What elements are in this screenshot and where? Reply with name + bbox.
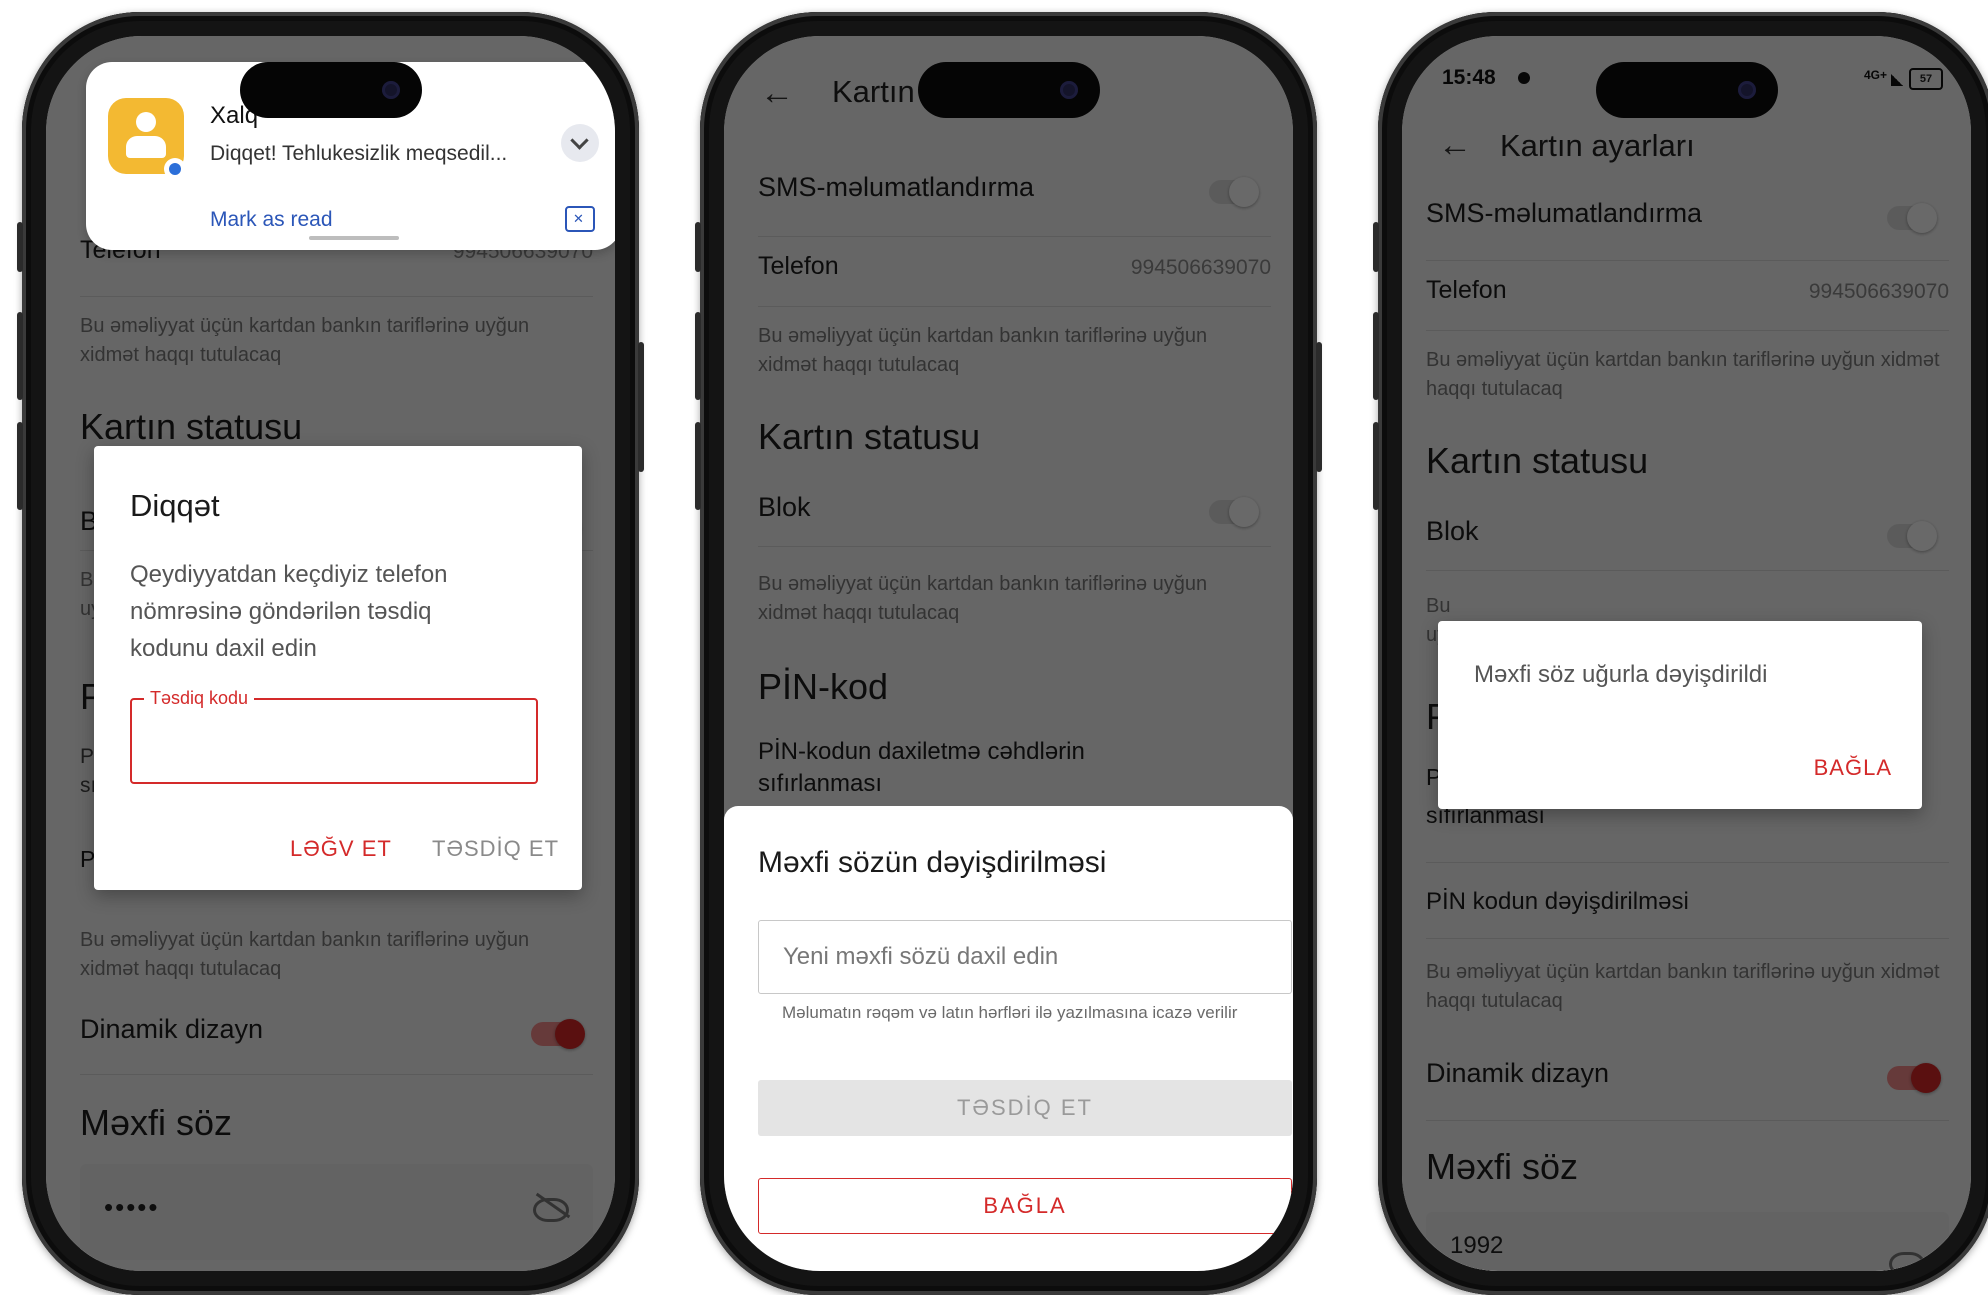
dialog-message: Qeydiyyatdan keçdiyiz telefon nömrəsinə …: [130, 561, 448, 662]
block-label: Blok: [1426, 516, 1479, 546]
chevron-down-icon[interactable]: [561, 124, 599, 162]
sms-row[interactable]: SMS-məlumatlandırma: [1426, 198, 1949, 261]
fee-note: Bu əməliyyat üçün kartdan bankın tariflə…: [758, 573, 1208, 624]
dynamic-island: [917, 62, 1100, 118]
password-heading: Məxfi söz: [1426, 1146, 1579, 1187]
new-password-input[interactable]: Yeni məxfi sözü daxil edin: [758, 920, 1292, 994]
password-heading: Məxfi söz: [80, 1102, 233, 1143]
fee-note: Bu əməliyyat üçün kartdan bankın tariflə…: [1426, 961, 1940, 1012]
app-icon: [108, 98, 186, 180]
power-button: [1316, 342, 1322, 472]
confirm-code-dialog: Diqqət Qeydiyyatdan keçdiyiz telefon nöm…: [94, 446, 582, 890]
mark-as-read-button[interactable]: Mark as read: [210, 208, 333, 232]
sms-label: SMS-məlumatlandırma: [1426, 198, 1703, 228]
dynamic-design-row[interactable]: Dinamik dizayn: [1426, 1058, 1949, 1121]
dynamic-design-row[interactable]: Dinamik dizayn: [80, 1014, 593, 1075]
dialog-title: Diqqət: [130, 488, 220, 523]
volume-down-button: [695, 422, 701, 510]
sms-row[interactable]: SMS-məlumatlandırma: [758, 172, 1271, 237]
password-value: 1992: [1450, 1232, 1504, 1259]
volume-up-button: [1373, 312, 1379, 400]
pin-heading: PİN-kod: [758, 666, 889, 707]
input-hint: Məlumatın rəqəm və latın hərfləri ilə ya…: [782, 1003, 1238, 1022]
power-button: [638, 342, 644, 472]
fee-note: Bu əməliyyat üçün kartdan bankın tariflə…: [80, 929, 530, 980]
phone-label: Telefon: [1426, 276, 1507, 304]
phone-screen-2: ← Kartın SMS-məlumatlandırma Telefon 994…: [724, 36, 1293, 1271]
close-button[interactable]: BAĞLA: [758, 1178, 1292, 1234]
pin-reset-row[interactable]: PİN-kodun daxiletmə cəhdlərin sıfırlanma…: [758, 736, 1148, 800]
mute-switch: [17, 222, 23, 272]
change-password-sheet: Məxfi sözün dəyişdirilməsi Yeni məxfi sö…: [724, 806, 1293, 1271]
phone-screen-3: 15:48 4G+ 57 ← Kartın ayarları SMS-məlum…: [1402, 36, 1971, 1271]
eye-icon[interactable]: [1889, 1252, 1925, 1271]
notification-dot-icon: [1518, 72, 1530, 84]
input-placeholder: Yeni məxfi sözü daxil edin: [783, 943, 1059, 970]
password-value: •••••: [104, 1192, 160, 1222]
signal-icon: [1891, 74, 1903, 86]
expand-icon[interactable]: ✕: [565, 206, 595, 232]
card-status-heading: Kartın statusu: [758, 416, 981, 457]
volume-up-button: [17, 312, 23, 400]
notification-message: Diqqet! Tehlukesizlik meqsedil...: [210, 142, 508, 165]
sms-toggle[interactable]: [1887, 203, 1937, 233]
volume-down-button: [1373, 422, 1379, 510]
dynamic-island: [239, 62, 422, 118]
dialog-message: Məxfi söz uğurla dəyişdirildi: [1474, 661, 1768, 688]
back-arrow-icon[interactable]: ←: [760, 74, 794, 113]
phone-label: Telefon: [758, 252, 839, 280]
sms-label: SMS-məlumatlandırma: [758, 172, 1035, 202]
volume-up-button: [695, 312, 701, 400]
drag-handle[interactable]: [308, 236, 399, 240]
volume-down-button: [17, 422, 23, 510]
pin-change-row[interactable]: PİN kodun dəyişdirilməsi: [1426, 888, 1949, 939]
dynamic-island: [1595, 62, 1778, 118]
page-title: Kartın ayarları: [1500, 128, 1695, 163]
network-type: 4G+: [1863, 68, 1887, 82]
block-row[interactable]: Blok: [1426, 516, 1949, 571]
input-label: Təsdiq kodu: [144, 688, 255, 709]
cancel-button[interactable]: LƏĞV ET: [290, 836, 392, 862]
fee-note: Bu əməliyyat üçün kartdan bankın tariflə…: [80, 315, 530, 366]
mute-switch: [1373, 222, 1379, 272]
block-toggle[interactable]: [1209, 497, 1259, 527]
confirm-code-input[interactable]: Təsdiq kodu: [130, 688, 538, 784]
phone-screen-1: Telefon 994506639070 Bu əməliyyat üçün k…: [46, 36, 615, 1271]
sms-toggle[interactable]: [1209, 177, 1259, 207]
back-arrow-icon[interactable]: ←: [1438, 126, 1472, 165]
page-title: Kartın: [832, 74, 915, 109]
phone-value: 994506639070: [1130, 256, 1271, 279]
dynamic-design-label: Dinamik dizayn: [80, 1014, 264, 1044]
block-toggle[interactable]: [1887, 521, 1937, 551]
password-field[interactable]: 1992: [1426, 1212, 1949, 1271]
sheet-title: Məxfi sözün dəyişdirilməsi: [758, 846, 1107, 879]
dynamic-design-label: Dinamik dizayn: [1426, 1058, 1610, 1088]
block-label: Blok: [758, 492, 811, 522]
success-dialog: Məxfi söz uğurla dəyişdirildi BAĞLA: [1438, 621, 1922, 809]
pin-change-label: PİN kodun dəyişdirilməsi: [1426, 888, 1689, 915]
status-time: 15:48: [1442, 66, 1496, 89]
confirm-button[interactable]: TƏSDİQ ET: [432, 836, 559, 862]
dynamic-design-toggle[interactable]: [531, 1019, 585, 1049]
confirm-button[interactable]: TƏSDİQ ET: [758, 1080, 1292, 1136]
close-button[interactable]: BAĞLA: [1814, 755, 1892, 781]
phone-frame-2: ← Kartın SMS-məlumatlandırma Telefon 994…: [695, 12, 1322, 1295]
mute-switch: [695, 222, 701, 272]
phone-value: 994506639070: [1808, 280, 1949, 303]
fee-note: Bu əməliyyat üçün kartdan bankın tariflə…: [758, 325, 1208, 376]
phone-frame-3: 15:48 4G+ 57 ← Kartın ayarları SMS-məlum…: [1373, 12, 1988, 1295]
phone-frame-1: Telefon 994506639070 Bu əməliyyat üçün k…: [17, 12, 644, 1295]
phone-row: Telefon 994506639070: [1426, 276, 1949, 331]
card-status-heading: Kartın statusu: [80, 406, 303, 447]
dynamic-design-toggle[interactable]: [1887, 1063, 1941, 1093]
phone-row: Telefon 994506639070: [758, 252, 1271, 307]
battery-icon: 57: [1909, 68, 1943, 90]
password-field[interactable]: •••••: [80, 1164, 593, 1260]
block-row[interactable]: Blok: [758, 492, 1271, 547]
fee-note: Bu əməliyyat üçün kartdan bankın tariflə…: [1426, 349, 1940, 400]
card-status-heading: Kartın statusu: [1426, 440, 1649, 481]
